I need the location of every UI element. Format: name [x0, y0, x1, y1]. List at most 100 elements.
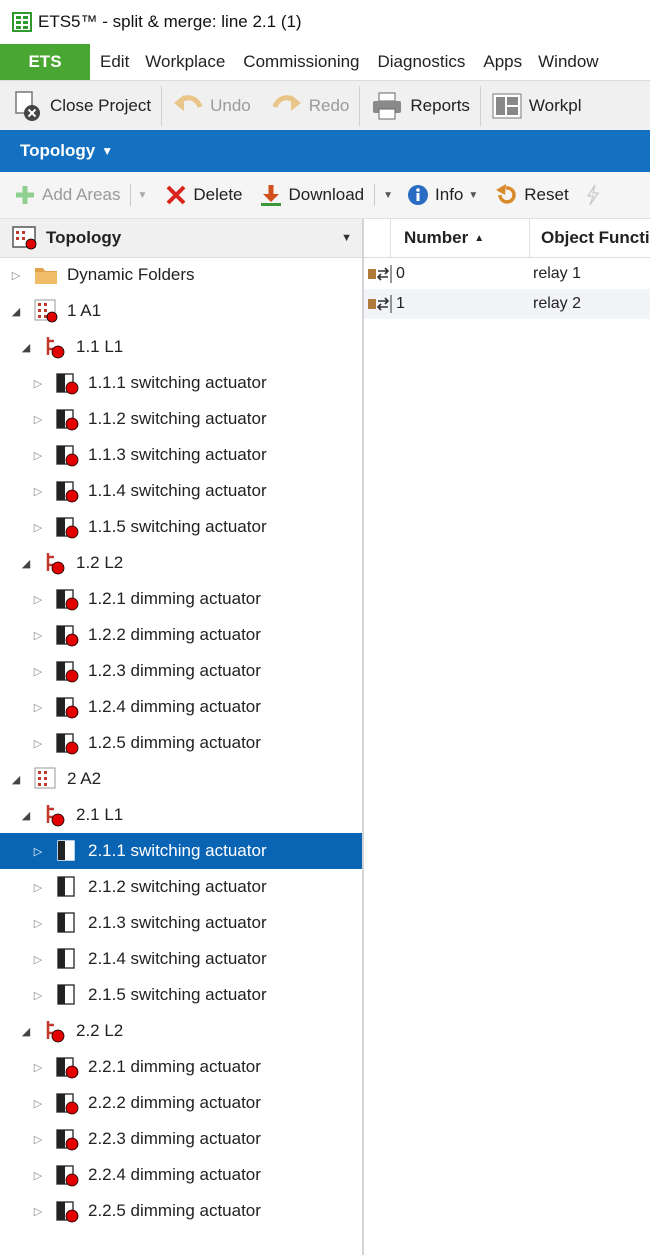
download-dropdown-arrow-icon[interactable]: ▼ [383, 190, 393, 201]
collapse-arrow-icon[interactable]: ◢ [20, 809, 32, 822]
group-object-icon [368, 265, 392, 283]
tree-item[interactable]: ▷ 2.2.2 dimming actuator [0, 1085, 362, 1121]
ets-menu-button[interactable]: ETS [0, 44, 90, 80]
expand-arrow-icon[interactable]: ▷ [32, 413, 44, 426]
tree-header[interactable]: Topology ▼ [0, 219, 362, 258]
menu-apps[interactable]: Apps [475, 52, 530, 72]
tree-item[interactable]: ◢ 1.2 L2 [0, 545, 362, 581]
collapse-arrow-icon[interactable]: ◢ [10, 773, 22, 786]
expand-arrow-icon[interactable]: ▷ [32, 1061, 44, 1074]
expand-arrow-icon[interactable]: ▷ [32, 701, 44, 714]
tree-item[interactable]: ◢ 2 A2 [0, 761, 362, 797]
redo-button[interactable]: Redo [261, 86, 360, 126]
undo-button[interactable]: Undo [162, 86, 261, 126]
tree-item[interactable]: ▷ 1.2.1 dimming actuator [0, 581, 362, 617]
tree-item[interactable]: ▷ 1.2.5 dimming actuator [0, 725, 362, 761]
delete-button[interactable]: Delete [157, 178, 250, 212]
panel-title-bar[interactable]: Topology ▼ [0, 130, 650, 172]
device-error-icon [56, 625, 79, 647]
expand-arrow-icon[interactable]: ▷ [10, 269, 22, 282]
download-button[interactable]: Download [251, 178, 373, 212]
menu-diagnostics[interactable]: Diagnostics [370, 52, 474, 72]
sort-ascending-icon: ▲ [474, 232, 485, 244]
lightning-button[interactable] [577, 178, 609, 212]
tree-item[interactable]: ▷ 1.1.4 switching actuator [0, 473, 362, 509]
tree-item-label: 2.1.4 switching actuator [88, 949, 267, 968]
expand-arrow-icon[interactable]: ▷ [32, 449, 44, 462]
tree-item[interactable]: ▷ 2.2.3 dimming actuator [0, 1121, 362, 1157]
expand-arrow-icon[interactable]: ▷ [32, 593, 44, 606]
column-header-object-function[interactable]: Object Functi [531, 219, 650, 257]
expand-arrow-icon[interactable]: ▷ [32, 953, 44, 966]
expand-arrow-icon[interactable]: ▷ [32, 737, 44, 750]
workplace-button[interactable]: Workpl [481, 86, 592, 126]
cell-number: 0 [396, 265, 405, 282]
tree-item[interactable]: ▷ 1.1.1 switching actuator [0, 365, 362, 401]
add-areas-button[interactable]: Add Areas [0, 178, 128, 212]
tree-item-label: 2.2 L2 [76, 1021, 124, 1040]
device-error-icon [56, 1129, 79, 1151]
reset-icon [496, 184, 516, 204]
tree-item[interactable]: ▷ 2.2.4 dimming actuator [0, 1157, 362, 1193]
tree-item[interactable]: ◢ 2.2 L2 [0, 1013, 362, 1049]
topology-tree-pane: Topology ▼ ▷ Dynamic Folders ◢ 1 A1 ◢ 1.1 L1 ▷… [0, 219, 364, 1255]
expand-arrow-icon[interactable]: ▷ [32, 665, 44, 678]
expand-arrow-icon[interactable]: ▷ [32, 989, 44, 1002]
expand-arrow-icon[interactable]: ▷ [32, 521, 44, 534]
expand-arrow-icon[interactable]: ▷ [32, 1169, 44, 1182]
reset-button[interactable]: Reset [486, 178, 576, 212]
tree-item[interactable]: ▷ 2.2.5 dimming actuator [0, 1193, 362, 1229]
tree-item-label: 1.1.4 switching actuator [88, 481, 267, 500]
tree-item[interactable]: ▷ 2.1.1 switching actuator [0, 833, 362, 869]
tree-item-label: 2.1.3 switching actuator [88, 913, 267, 932]
info-button[interactable]: Info ▼ [399, 178, 486, 212]
collapse-arrow-icon[interactable]: ◢ [10, 305, 22, 318]
table-row[interactable]: 1 relay 2 [364, 289, 650, 319]
collapse-arrow-icon[interactable]: ◢ [20, 557, 32, 570]
expand-arrow-icon[interactable]: ▷ [32, 917, 44, 930]
group-object-icon [368, 295, 392, 313]
tree-item[interactable]: ▷ 1.1.3 switching actuator [0, 437, 362, 473]
menu-edit[interactable]: Edit [92, 52, 137, 72]
expand-arrow-icon[interactable]: ▷ [32, 1205, 44, 1218]
add-dropdown-arrow-icon[interactable]: ▼ [137, 190, 147, 201]
tree-item[interactable]: ◢ 1 A1 [0, 293, 362, 329]
column-header-number[interactable]: Number ▲ [390, 219, 530, 257]
delete-x-icon [166, 185, 186, 205]
expand-arrow-icon[interactable]: ▷ [32, 881, 44, 894]
tree-item[interactable]: ▷ 1.1.2 switching actuator [0, 401, 362, 437]
menu-window[interactable]: Window [530, 52, 606, 72]
icon-column-header [364, 219, 391, 257]
tree-item[interactable]: ▷ 2.1.5 switching actuator [0, 977, 362, 1013]
reports-button[interactable]: Reports [360, 86, 480, 126]
tree-item[interactable]: ▷ 2.2.1 dimming actuator [0, 1049, 362, 1085]
tree-item[interactable]: ▷ 2.1.3 switching actuator [0, 905, 362, 941]
tree-item-label: 1.1 L1 [76, 337, 124, 356]
expand-arrow-icon[interactable]: ▷ [32, 485, 44, 498]
tree-item[interactable]: ▷ Dynamic Folders [0, 257, 362, 293]
expand-arrow-icon[interactable]: ▷ [32, 845, 44, 858]
expand-arrow-icon[interactable]: ▷ [32, 629, 44, 642]
menu-workplace[interactable]: Workplace [137, 52, 233, 72]
tree-item[interactable]: ▷ 1.2.4 dimming actuator [0, 689, 362, 725]
tree-item[interactable]: ▷ 2.1.4 switching actuator [0, 941, 362, 977]
chevron-down-icon[interactable]: ▼ [341, 232, 352, 244]
tree-item[interactable]: ◢ 1.1 L1 [0, 329, 362, 365]
tree-item[interactable]: ▷ 1.1.5 switching actuator [0, 509, 362, 545]
tree-item[interactable]: ▷ 1.2.2 dimming actuator [0, 617, 362, 653]
line-icon [46, 1021, 65, 1043]
close-project-button[interactable]: Close Project [0, 86, 161, 126]
table-row[interactable]: 0 relay 1 [364, 259, 650, 289]
expand-arrow-icon[interactable]: ▷ [32, 377, 44, 390]
tree-item[interactable]: ▷ 2.1.2 switching actuator [0, 869, 362, 905]
menu-commissioning[interactable]: Commissioning [235, 52, 367, 72]
expand-arrow-icon[interactable]: ▷ [32, 1133, 44, 1146]
collapse-arrow-icon[interactable]: ◢ [20, 341, 32, 354]
tree-item[interactable]: ▷ 1.2.3 dimming actuator [0, 653, 362, 689]
tree-item-label: 2.1.5 switching actuator [88, 985, 267, 1004]
tree-item[interactable]: ◢ 2.1 L1 [0, 797, 362, 833]
tree-item-label: 1.2 L2 [76, 553, 124, 572]
device-icon [57, 912, 75, 933]
expand-arrow-icon[interactable]: ▷ [32, 1097, 44, 1110]
collapse-arrow-icon[interactable]: ◢ [20, 1025, 32, 1038]
